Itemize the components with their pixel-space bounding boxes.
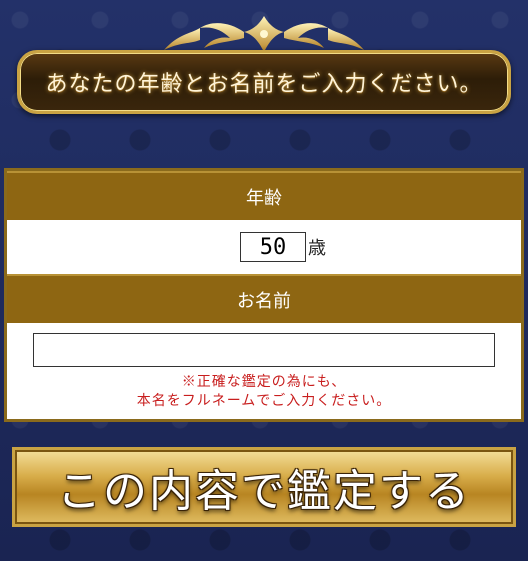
note-line-2: 本名をフルネームでご入力ください。 xyxy=(136,393,392,409)
name-header-label: お名前 xyxy=(237,290,291,312)
title-banner: あなたの年齢とお名前をご入力ください。 xyxy=(17,50,511,114)
submit-button-label: この内容で鑑定する xyxy=(57,466,471,517)
banner-title: あなたの年齢とお名前をご入力ください。 xyxy=(45,72,483,97)
name-row xyxy=(7,323,521,367)
name-note: ※正確な鑑定の為にも、 本名をフルネームでご入力ください。 xyxy=(7,373,521,411)
note-line-1: ※正確な鑑定の為にも、 xyxy=(181,374,347,390)
submit-button[interactable]: この内容で鑑定する xyxy=(12,447,516,527)
name-input[interactable] xyxy=(33,333,495,367)
age-header: 年齢 xyxy=(7,171,521,220)
age-row: 歳 xyxy=(7,220,521,274)
age-unit-label: 歳 xyxy=(308,238,326,259)
age-input[interactable] xyxy=(240,232,306,262)
age-header-label: 年齢 xyxy=(246,187,282,209)
name-header: お名前 xyxy=(7,274,521,323)
input-form: 年齢 歳 お名前 ※正確な鑑定の為にも、 本名をフルネームでご入力ください。 xyxy=(4,168,524,422)
